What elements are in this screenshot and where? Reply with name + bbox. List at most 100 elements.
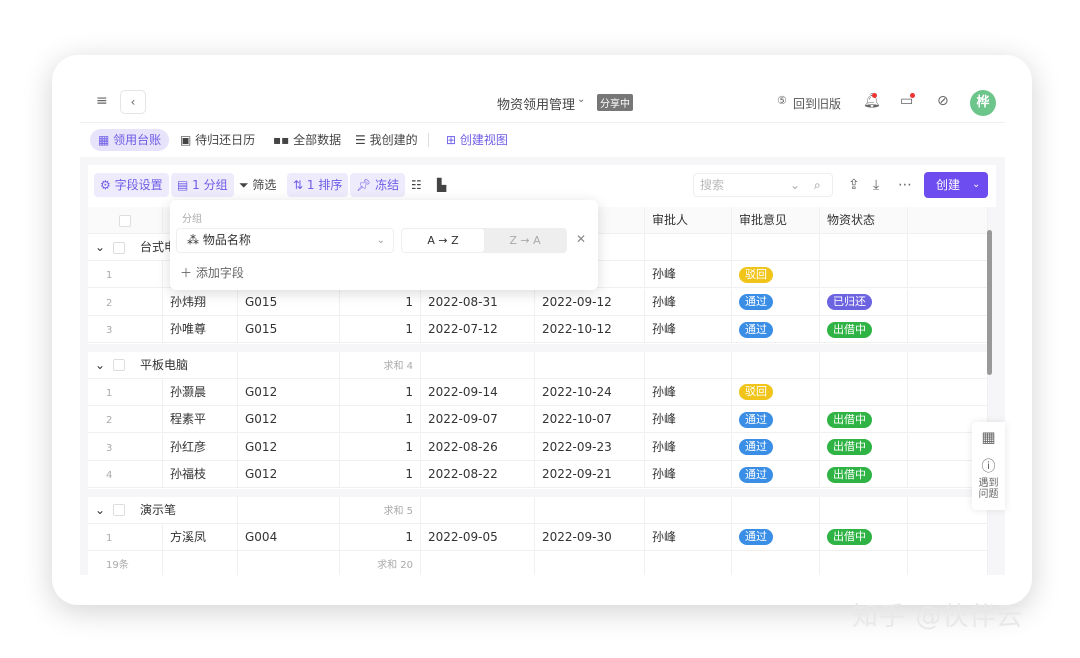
cell <box>645 551 732 575</box>
avatar[interactable]: 桦 <box>970 90 996 116</box>
group-checkbox <box>112 359 125 371</box>
cell <box>908 316 988 343</box>
cell <box>908 351 988 379</box>
popup-label: 分组 <box>182 214 202 225</box>
cell <box>908 207 988 234</box>
cell: 2 <box>88 288 163 316</box>
tab-label: 创建视图 <box>459 133 508 147</box>
table-row[interactable]: 1 孙灏晨 G012 1 2022-09-14 2022-10-24 孙峰 驳回 <box>88 378 988 406</box>
more-icon[interactable]: ⋯ <box>898 177 912 193</box>
cell: G012 <box>238 433 340 461</box>
cell <box>820 351 908 379</box>
cell: 1 <box>340 288 421 316</box>
tab-icon: ▪▪ <box>273 133 290 147</box>
cell <box>88 207 163 234</box>
tab-2[interactable]: ▪▪ 全部数据 <box>265 129 349 151</box>
side-panel: ▦ ⓘ 遇到问题 <box>972 422 1005 510</box>
cell: G012 <box>238 406 340 433</box>
sort-button[interactable]: ⇅ 1 排序 <box>287 173 349 197</box>
tab-0[interactable]: ▦ 领用台账 <box>90 129 170 151</box>
cell: 2022-08-26 <box>421 433 535 461</box>
cell <box>820 378 908 406</box>
cell: 通过 <box>732 288 820 316</box>
group-header-row[interactable]: ⌄ 演示笔 求和 5 <box>88 496 988 524</box>
qrcode-icon[interactable]: ▦ <box>972 428 1005 446</box>
cell: 孙唯尊 <box>163 316 238 343</box>
table-row[interactable]: 2 程素平 G012 1 2022-09-07 2022-10-07 孙峰 通过 出借中 <box>88 406 988 433</box>
add-field-button[interactable]: ＋ 添加字段 <box>180 264 244 281</box>
chevron-down-icon[interactable]: ⌄ <box>577 94 585 105</box>
cell: 1 <box>340 378 421 406</box>
tab-1[interactable]: ▣ 待归还日历 <box>172 129 263 151</box>
table-row[interactable]: 2 孙炜翔 G015 1 2022-08-31 2022-09-12 孙峰 通过 已归还 <box>88 288 988 316</box>
table-row[interactable]: 3 孙红彦 G012 1 2022-08-26 2022-09-23 孙峰 通过 出借中 <box>88 433 988 461</box>
table-row[interactable]: 1 方溪凤 G004 1 2022-09-05 2022-09-30 孙峰 通过 出借中 <box>88 523 988 551</box>
field-settings-button[interactable]: ⚙ 字段设置 <box>94 173 169 197</box>
status-tag: 通过 <box>739 439 773 455</box>
old-version-link[interactable]: 回到旧版 <box>793 95 841 112</box>
cell <box>421 551 535 575</box>
filter-button[interactable]: ⏷ 筛选 <box>233 173 282 197</box>
cell <box>645 351 732 379</box>
share-badge: 分享中 <box>597 94 633 111</box>
view-tabs: ▦ 领用台账 ▣ 待归还日历 ▪▪ 全部数据 ☰ 我创建的 ⊞ 创建视图 <box>80 127 1005 153</box>
vertical-scrollbar[interactable] <box>987 230 992 375</box>
cell: 孙峰 <box>645 378 732 406</box>
status-tag: 通过 <box>739 294 773 310</box>
search-input[interactable]: 搜索 ⌄ ⌕ <box>693 173 833 197</box>
cell: 出借中 <box>820 433 908 461</box>
tab-icon: ☰ <box>355 133 366 147</box>
table-row[interactable]: 4 孙福枝 G012 1 2022-08-22 2022-09-21 孙峰 通过 出借中 <box>88 461 988 488</box>
cell: 出借中 <box>820 406 908 433</box>
table-footer[interactable]: 19条 求和 20 <box>88 551 988 575</box>
group-button[interactable]: ▤ 1 分组 <box>171 173 234 197</box>
desc-option[interactable]: Z → A <box>484 229 566 252</box>
page-title[interactable]: 物资领用管理 <box>497 94 575 113</box>
cell: 求和 5 <box>340 496 421 524</box>
status-tag: 出借中 <box>827 321 872 338</box>
chevron-down-icon: ⌄ <box>972 179 981 190</box>
status-tag: 通过 <box>739 466 773 483</box>
cell: G015 <box>238 288 340 316</box>
row-height-icon[interactable]: ☷ <box>405 173 428 197</box>
cell: G012 <box>238 461 340 488</box>
help-icon[interactable]: ⓘ <box>972 456 1005 476</box>
help-label[interactable]: 遇到问题 <box>979 478 999 500</box>
group-field-select[interactable]: ⁂ 物品名称 ⌄ <box>176 228 394 253</box>
cell <box>535 351 645 379</box>
cell: 3 <box>88 433 163 461</box>
group-checkbox <box>112 241 125 254</box>
cell: G004 <box>238 523 340 551</box>
cell: 审批人 <box>645 207 732 234</box>
cell: 孙炜翔 <box>163 288 238 316</box>
table-row[interactable]: 3 孙唯尊 G015 1 2022-07-12 2022-10-12 孙峰 通过 出借中 <box>88 316 988 343</box>
status-tag: 出借中 <box>827 439 872 455</box>
back-button[interactable]: ‹ <box>120 90 146 114</box>
download-icon[interactable]: ⤓ <box>873 177 879 193</box>
cell <box>535 551 645 575</box>
upload-icon[interactable]: ⇪ <box>848 177 860 193</box>
tab-3[interactable]: ☰ 我创建的 <box>347 129 426 151</box>
search-icon: ⌕ <box>814 178 821 192</box>
create-button[interactable]: 创建 ⌄ <box>924 172 988 198</box>
chevron-down-icon: ⌄ <box>95 240 106 254</box>
compass-icon[interactable]: ⊘ <box>937 93 949 109</box>
cell: 出借中 <box>820 461 908 488</box>
cell: 孙峰 <box>645 461 732 488</box>
close-icon[interactable]: ✕ <box>576 232 586 246</box>
tab-4[interactable]: ⊞ 创建视图 <box>438 129 516 151</box>
asc-option[interactable]: A → Z <box>402 229 484 252</box>
cell <box>908 523 988 551</box>
tab-label: 领用台账 <box>113 133 162 147</box>
freeze-button[interactable]: 📌︎ 冻结 <box>350 173 406 197</box>
cell: 通过 <box>732 406 820 433</box>
cell <box>732 496 820 524</box>
cell <box>238 496 340 524</box>
order-toggle: A → Z Z → A <box>401 228 567 253</box>
menu-icon[interactable]: ≡ <box>96 93 108 109</box>
group-header-row[interactable]: ⌄ 平板电脑 求和 4 <box>88 351 988 379</box>
chart-icon[interactable]: ▙ <box>431 173 452 197</box>
cell: 1 <box>340 316 421 343</box>
cell <box>732 351 820 379</box>
cell: 孙峰 <box>645 316 732 343</box>
